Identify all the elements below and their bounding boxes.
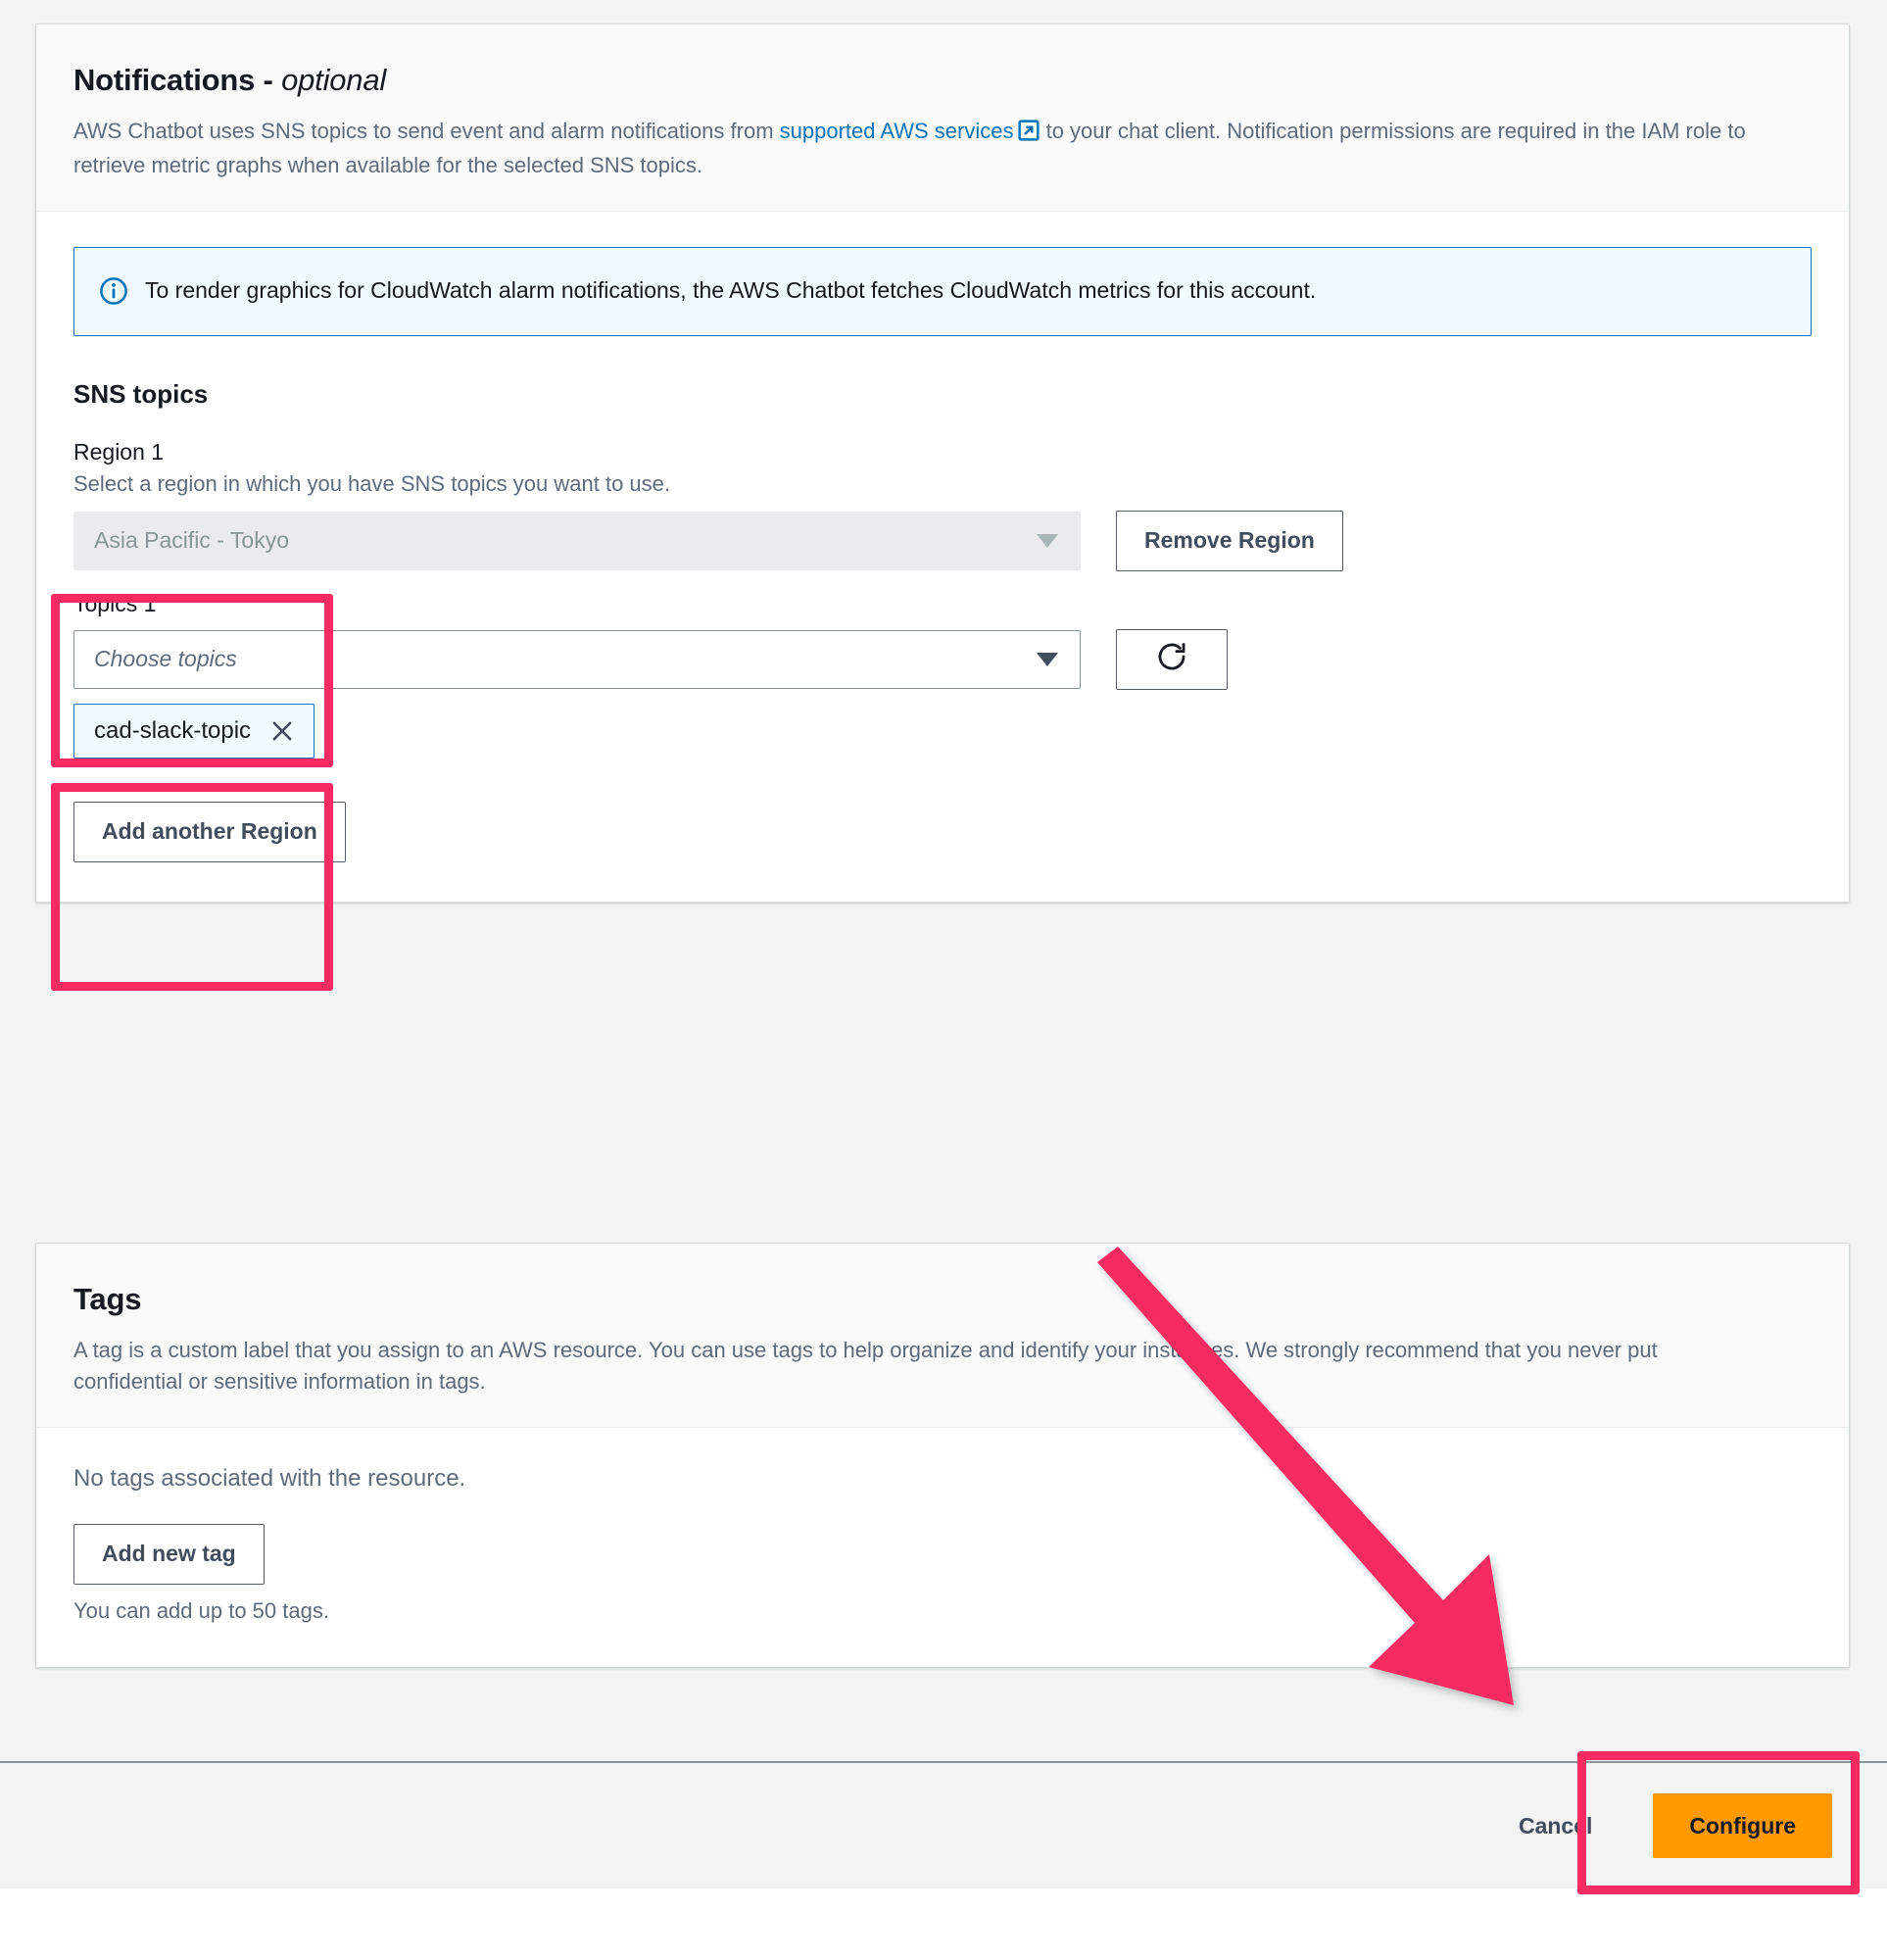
topics-1-chip-list: cad-slack-topic <box>73 703 1812 759</box>
tags-title: Tags <box>73 1282 142 1316</box>
form-actions-footer: Cancel Configure <box>0 1761 1887 1888</box>
notifications-card: Notifications - optional AWS Chatbot use… <box>35 24 1850 903</box>
region-1-select[interactable]: Asia Pacific - Tokyo <box>73 511 1081 570</box>
add-new-tag-button[interactable]: Add new tag <box>73 1523 265 1585</box>
topic-chip[interactable]: cad-slack-topic <box>73 703 315 759</box>
topics-1-placeholder: Choose topics <box>94 646 237 672</box>
notifications-description: AWS Chatbot uses SNS topics to send even… <box>73 116 1759 181</box>
info-alert: To render graphics for CloudWatch alarm … <box>73 246 1812 336</box>
aws-chatbot-configure-page: Notifications - optional AWS Chatbot use… <box>0 0 1887 1960</box>
topics-1-group: Topics 1 Choose topics cad-slack-topic <box>73 591 1812 759</box>
refresh-topics-button[interactable] <box>1116 628 1228 690</box>
add-another-region-button[interactable]: Add another Region <box>73 801 346 862</box>
region-1-group: Region 1 Select a region in which you ha… <box>73 439 1812 571</box>
page-title-text: Notifications - <box>73 63 282 97</box>
region-1-hint: Select a region in which you have SNS to… <box>73 470 671 496</box>
info-alert-text: To render graphics for CloudWatch alarm … <box>145 276 1317 303</box>
page-title-optional: optional <box>281 63 387 97</box>
remove-region-button[interactable]: Remove Region <box>1116 510 1343 571</box>
sns-topics-heading: SNS topics <box>73 378 209 409</box>
region-1-label: Region 1 <box>73 438 165 465</box>
chevron-down-icon <box>1037 533 1058 548</box>
info-circle-icon <box>100 277 127 310</box>
chevron-down-icon <box>1037 652 1058 666</box>
page-bottom-spacer <box>0 1888 1887 1960</box>
configure-button[interactable]: Configure <box>1653 1793 1832 1858</box>
region-1-selected-value: Asia Pacific - Tokyo <box>94 527 289 554</box>
cancel-button[interactable]: Cancel <box>1501 1813 1610 1839</box>
tags-card: Tags A tag is a custom label that you as… <box>35 1243 1850 1668</box>
tags-card-body: No tags associated with the resource. Ad… <box>36 1428 1849 1667</box>
notifications-card-body: To render graphics for CloudWatch alarm … <box>36 212 1849 902</box>
topics-1-select[interactable]: Choose topics <box>73 629 1081 689</box>
topics-1-label: Topics 1 <box>73 590 157 616</box>
notifications-card-header: Notifications - optional AWS Chatbot use… <box>36 24 1849 212</box>
close-icon[interactable] <box>268 717 296 745</box>
notifications-description-part1: AWS Chatbot uses SNS topics to send even… <box>73 119 780 144</box>
refresh-icon <box>1155 640 1188 679</box>
external-link-icon <box>1018 119 1040 150</box>
tags-card-header: Tags A tag is a custom label that you as… <box>36 1244 1849 1428</box>
tags-empty-text: No tags associated with the resource. <box>73 1464 466 1492</box>
topic-chip-label: cad-slack-topic <box>94 716 252 744</box>
tags-limit-hint: You can add up to 50 tags. <box>73 1597 329 1623</box>
supported-aws-services-link[interactable]: supported AWS services <box>780 119 1014 143</box>
tags-description: A tag is a custom label that you assign … <box>73 1338 1658 1395</box>
page-title: Notifications - optional <box>73 62 1812 98</box>
